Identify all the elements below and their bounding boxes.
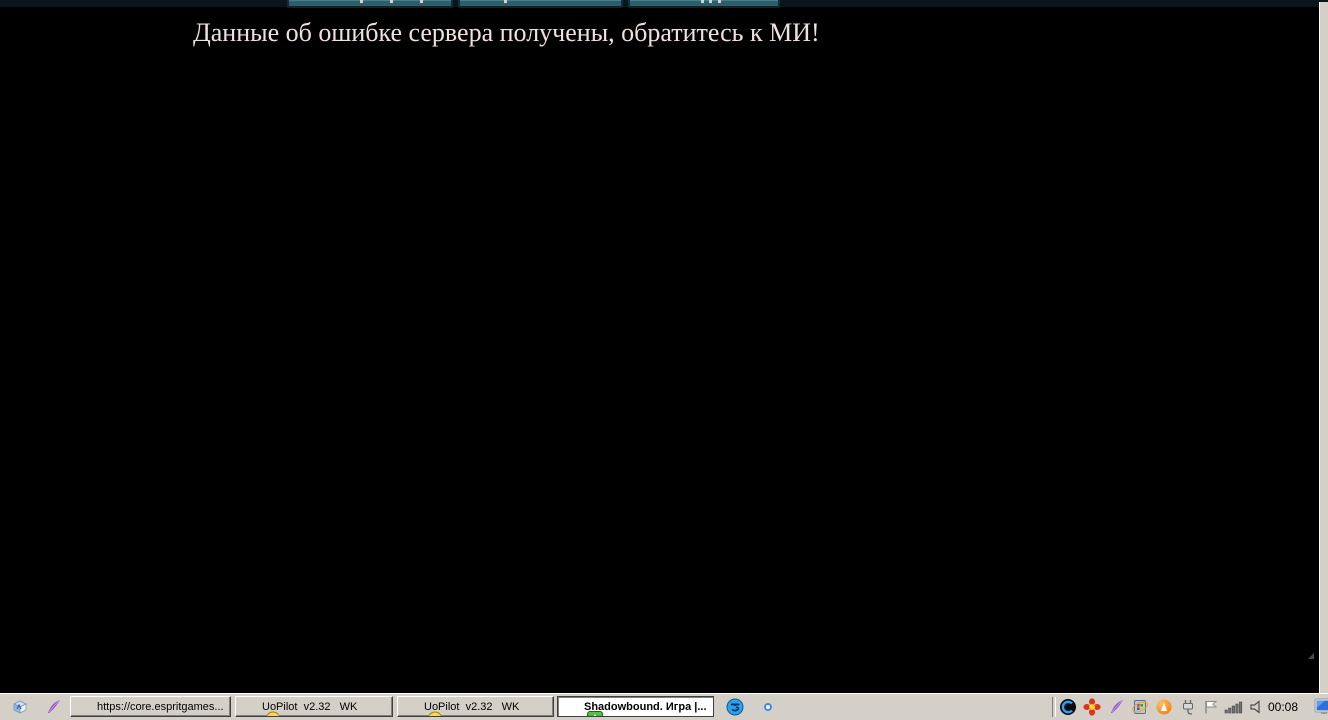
server-error-message: Данные об ошибке сервера получены, обрат…	[193, 18, 820, 48]
taskbar: https://core.espritgames... UoPilot v2.3…	[0, 693, 1328, 720]
c-circle-icon[interactable]	[1059, 698, 1077, 716]
shadowbound-icon	[563, 699, 579, 715]
flag-icon[interactable]	[1202, 698, 1220, 716]
smiley-icon	[241, 699, 257, 715]
cutoff-glyph	[718, 0, 721, 3]
speaker-icon[interactable]	[1248, 698, 1266, 716]
game-button-top-3[interactable]	[628, 0, 780, 8]
taskbar-button-label: UoPilot v2.32 WK	[424, 701, 519, 713]
taskbar-button-label: UoPilot v2.32 WK	[262, 701, 357, 713]
taskbar-button-label: Shadowbound. Игра |...	[584, 701, 707, 713]
browser-ball-icon	[76, 699, 92, 715]
taskbar-button-label: https://core.espritgames...	[97, 701, 224, 713]
taskbar-button-browser[interactable]: https://core.espritgames...	[70, 696, 231, 717]
chrome-icon[interactable]	[759, 698, 777, 716]
game-button-top-2[interactable]	[458, 0, 623, 8]
cutoff-glyph	[360, 0, 363, 3]
monitor-icon[interactable]	[1314, 697, 1328, 717]
cutoff-glyph	[390, 0, 393, 3]
cutoff-glyph	[504, 0, 507, 3]
tray-separator	[1052, 697, 1056, 717]
windows-update-icon[interactable]	[1131, 698, 1149, 716]
signal-bars-icon[interactable]	[1224, 698, 1242, 716]
feather-icon[interactable]	[1108, 698, 1126, 716]
avast-icon[interactable]	[1155, 698, 1173, 716]
plug-icon[interactable]	[1179, 698, 1197, 716]
smiley-icon	[403, 699, 419, 715]
cutoff-glyph	[420, 0, 423, 3]
scrollbar[interactable]	[1319, 2, 1328, 694]
red-flower-icon[interactable]	[1083, 698, 1101, 716]
tray-clock[interactable]: 00:08	[1268, 694, 1298, 720]
taskbar-button-uopilot-2[interactable]: UoPilot v2.32 WK	[397, 696, 554, 717]
blue-smiley-icon[interactable]	[726, 698, 744, 716]
feather-icon[interactable]	[45, 698, 63, 716]
cutoff-glyph	[701, 0, 704, 3]
app-cube-icon[interactable]	[11, 698, 29, 716]
scroll-down-arrow[interactable]	[1308, 653, 1314, 659]
game-top-strip	[0, 0, 1328, 7]
taskbar-button-shadowbound[interactable]: Shadowbound. Игра |...	[557, 696, 714, 717]
screen: Данные об ошибке сервера получены, обрат…	[0, 0, 1328, 720]
game-button-top-1[interactable]	[287, 0, 453, 8]
cutoff-glyph	[709, 0, 712, 3]
taskbar-button-uopilot-1[interactable]: UoPilot v2.32 WK	[235, 696, 393, 717]
